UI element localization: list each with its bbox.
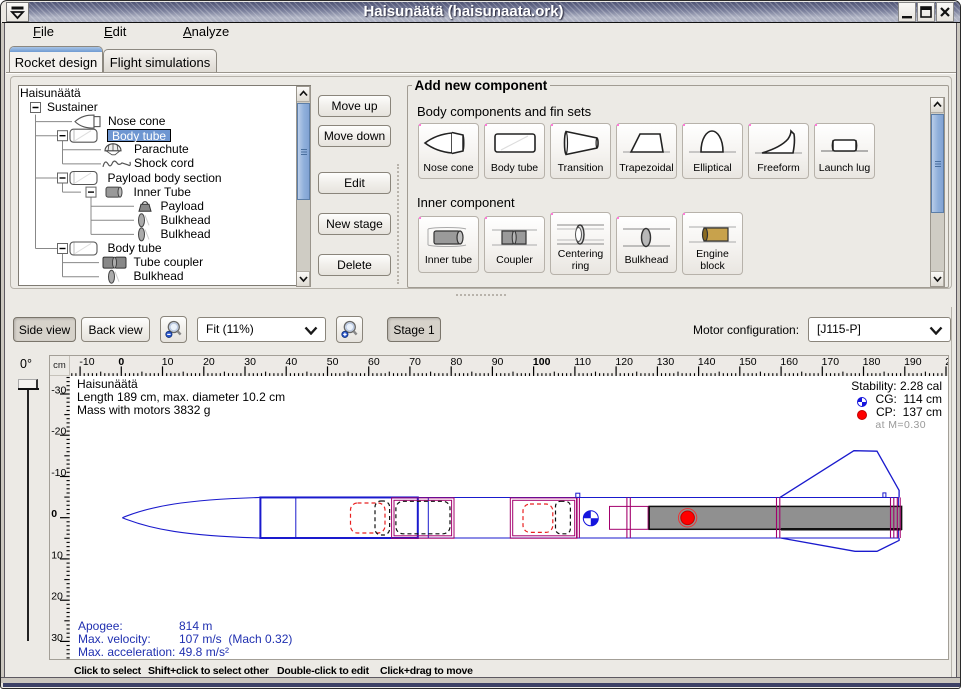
svg-text:120: 120 [615,356,633,368]
svg-text:140: 140 [698,356,716,368]
svg-text:80: 80 [451,356,463,368]
svg-text:150: 150 [739,356,757,368]
svg-text:-20: -20 [51,426,66,438]
svg-text:190: 190 [904,356,922,368]
svg-text:40: 40 [286,356,298,368]
svg-text:10: 10 [162,356,174,368]
svg-text:170: 170 [822,356,840,368]
svg-text:0: 0 [51,508,57,520]
svg-text:30: 30 [51,632,63,644]
svg-text:10: 10 [51,549,63,561]
svg-text:20: 20 [51,591,63,603]
svg-text:50: 50 [327,356,339,368]
svg-text:20: 20 [203,356,215,368]
svg-text:-10: -10 [79,356,94,368]
svg-text:110: 110 [574,356,591,368]
svg-text:200: 200 [945,356,948,368]
svg-text:70: 70 [409,356,421,368]
svg-text:-30: -30 [51,384,66,396]
svg-text:160: 160 [780,356,798,368]
svg-text:-10: -10 [51,467,66,479]
svg-text:130: 130 [657,356,675,368]
svg-text:90: 90 [492,356,504,368]
svg-text:180: 180 [863,356,881,368]
svg-text:0: 0 [118,356,124,368]
svg-text:60: 60 [368,356,380,368]
svg-text:30: 30 [244,356,256,368]
svg-text:100: 100 [533,356,551,368]
